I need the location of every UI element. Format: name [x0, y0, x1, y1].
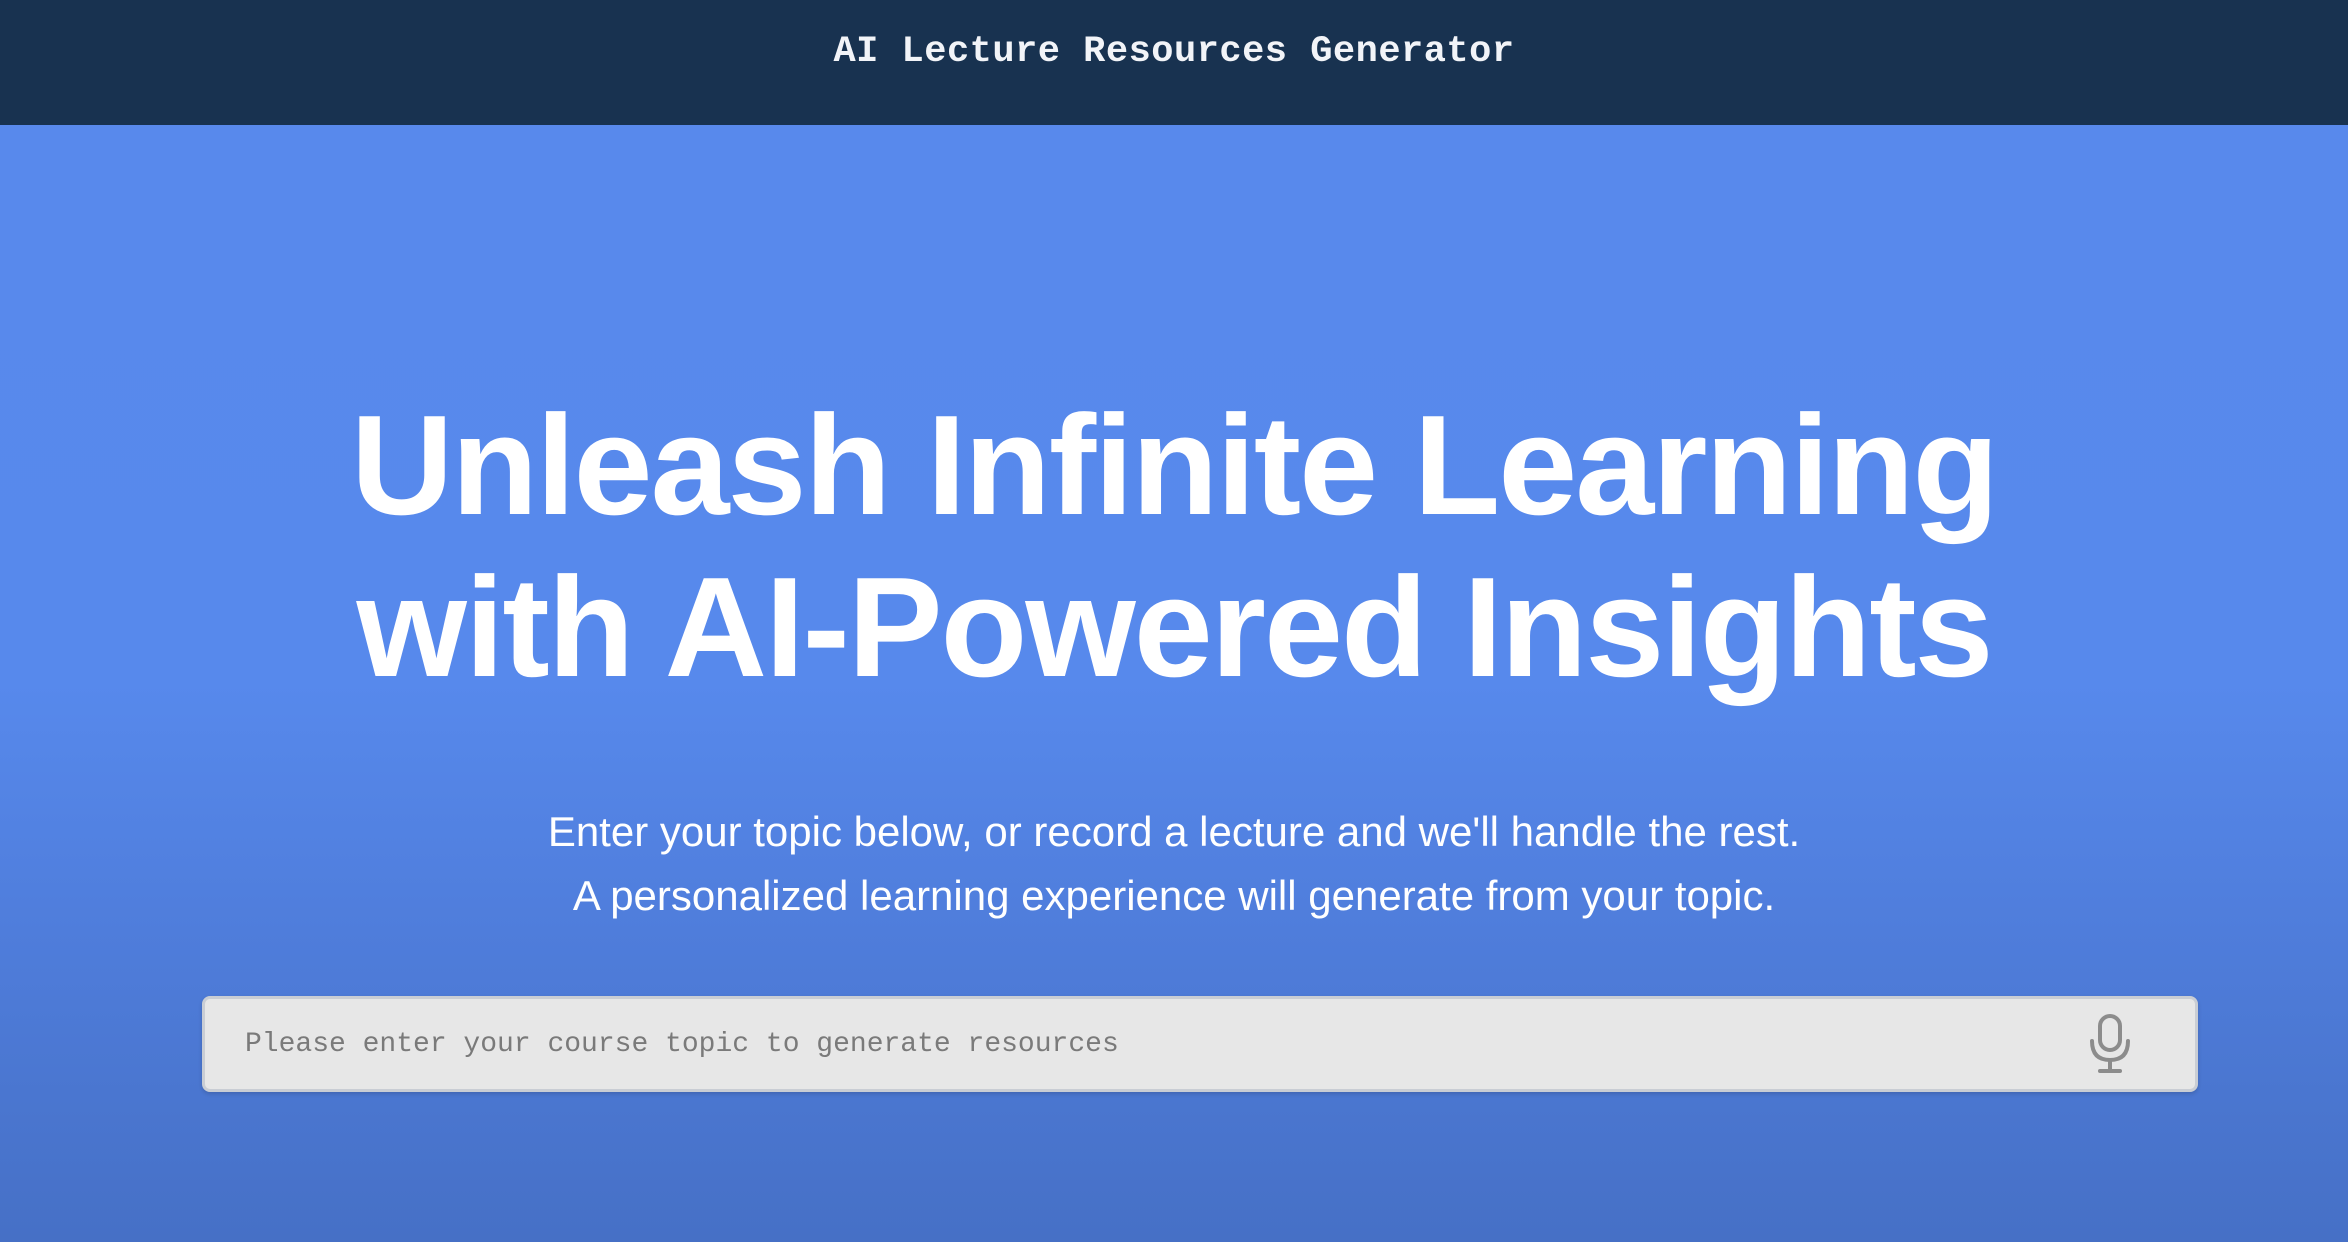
microphone-icon	[2090, 1014, 2130, 1073]
topic-search-box	[202, 996, 2198, 1092]
hero-heading-line-2: with AI-Powered Insights	[356, 548, 1993, 707]
hero-heading-line-1: Unleash Infinite Learning	[350, 386, 1999, 545]
course-topic-input[interactable]	[205, 999, 2080, 1089]
subtitle-line-2: A personalized learning experience will …	[572, 872, 1776, 919]
app-title: AI Lecture Resources Generator	[833, 30, 1515, 73]
top-bar: AI Lecture Resources Generator	[0, 0, 2348, 125]
hero-heading: Unleash Infinite Learning with AI-Powere…	[0, 385, 2348, 709]
record-lecture-button[interactable]	[2080, 1009, 2140, 1079]
hero-subtitle: Enter your topic below, or record a lect…	[0, 800, 2348, 928]
subtitle-line-1: Enter your topic below, or record a lect…	[547, 808, 1801, 855]
